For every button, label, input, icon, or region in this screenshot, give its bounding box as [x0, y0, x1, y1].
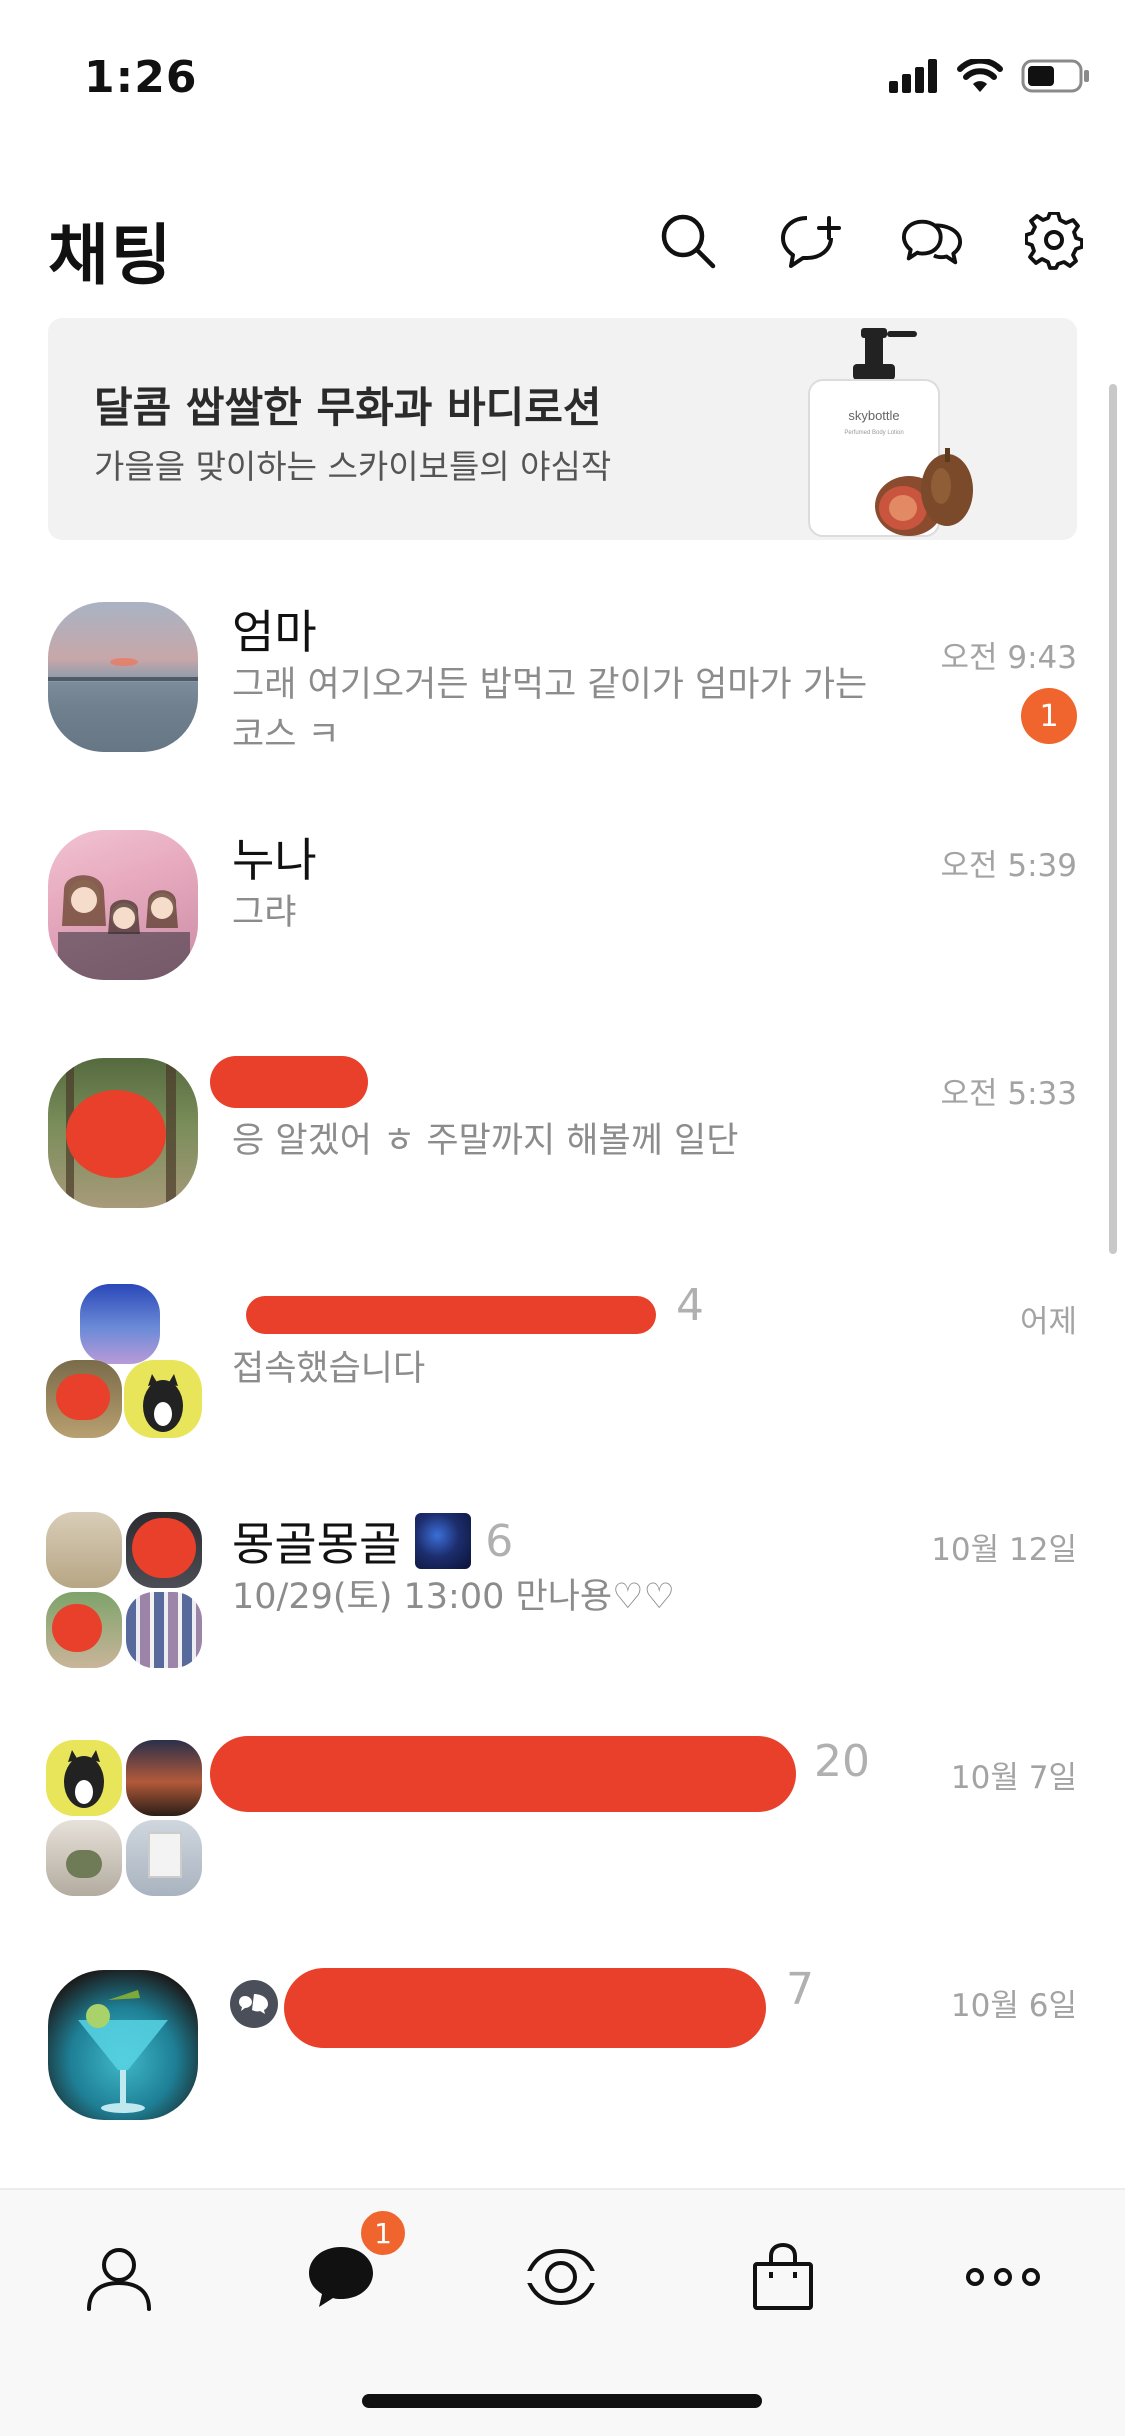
status-bar: 1:26: [0, 0, 1125, 150]
galaxy-emoji-icon: [415, 1513, 472, 1569]
search-icon: [661, 214, 716, 269]
shopping-bag-icon: [753, 2242, 813, 2310]
avatar: [48, 1970, 198, 2120]
member-count: 6: [485, 1515, 514, 1567]
chat-time: 10월 12일: [931, 1532, 1077, 1568]
chat-name-text: 엄마: [232, 605, 317, 659]
avatar: [80, 1284, 160, 1364]
view-eye-icon: [523, 2248, 599, 2306]
new-chat-button[interactable]: [779, 210, 841, 272]
gear-icon: [1025, 212, 1083, 270]
settings-button[interactable]: [1023, 210, 1085, 272]
avatar: [46, 1820, 122, 1896]
open-chat-icon: [901, 219, 963, 265]
wifi-icon: [957, 59, 1003, 92]
chat-time: 오전 9:43: [940, 640, 1077, 676]
chat-name: 몽골몽골 6: [232, 1508, 513, 1574]
search-button[interactable]: [657, 210, 719, 272]
status-time: 1:26: [84, 52, 198, 103]
chat-name: 4: [662, 1280, 704, 1331]
avatar: [48, 830, 198, 980]
ad-title: 달콤 쌉쌀한 무화과 바디로션: [94, 383, 602, 432]
tab-chats[interactable]: 1: [296, 2208, 408, 2322]
chat-row[interactable]: 응 알겠어 ㅎ 주말까지 해볼께 일단 오전 5:33: [0, 1016, 1125, 1244]
ad-banner[interactable]: 달콤 쌉쌀한 무화과 바디로션 가을을 맞이하는 스카이보틀의 야심작 skyb…: [48, 318, 1077, 540]
ad-product-name: Perfumed Body Lotion: [844, 430, 903, 436]
chat-row[interactable]: 엄마 그래 여기오거든 밥먹고 같이가 엄마가 가는코스 ㅋ 오전 9:43 1: [0, 560, 1125, 788]
chat-name: 엄마: [232, 596, 317, 662]
group-avatar: [46, 1740, 202, 1896]
group-avatar: [46, 1512, 202, 1668]
tab-more[interactable]: [958, 2232, 1048, 2322]
chat-time: 10월 7일: [950, 1760, 1077, 1796]
chat-preview: 응 알겠어 ㅎ 주말까지 해볼께 일단: [232, 1121, 739, 1161]
chat-bubble-icon: [309, 2247, 373, 2307]
scrollbar[interactable]: [1109, 384, 1117, 1254]
avatar: [46, 1592, 122, 1668]
chat-time: 어제: [1019, 1304, 1077, 1340]
more-dots-icon: [966, 2268, 1040, 2286]
tab-friends[interactable]: [74, 2232, 164, 2322]
avatar: [46, 1512, 122, 1588]
redacted-name: [210, 1056, 368, 1108]
page-title: 채팅: [48, 217, 174, 294]
avatar: [46, 1740, 122, 1816]
tab-shopping[interactable]: [738, 2232, 828, 2322]
chat-name-text: 몽골몽골: [232, 1517, 402, 1571]
member-count: 4: [676, 1280, 704, 1331]
member-count: 20: [814, 1736, 870, 1787]
chat-name: 20: [800, 1736, 870, 1787]
chat-name: 7: [772, 1964, 814, 2015]
chat-time: 10월 6일: [950, 1988, 1077, 2024]
open-chat-button[interactable]: [901, 210, 963, 272]
ad-product-brand: skybottle: [848, 408, 899, 423]
avatar: [48, 1058, 198, 1208]
chat-time: 오전 5:33: [940, 1076, 1077, 1112]
chat-preview: 10/29(토) 13:00 만나용♡♡: [232, 1577, 675, 1617]
member-count: 7: [786, 1964, 814, 2015]
avatar: [124, 1360, 202, 1438]
chat-row[interactable]: 7 10월 6일: [0, 1928, 1125, 2156]
ad-subtitle: 가을을 맞이하는 스카이보틀의 야심작: [94, 447, 612, 486]
chat-name-text: 누나: [232, 833, 317, 887]
avatar: [48, 602, 198, 752]
unread-badge: 1: [1021, 688, 1077, 744]
chat-row[interactable]: 몽골몽골 6 10/29(토) 13:00 만나용♡♡ 10월 12일: [0, 1472, 1125, 1700]
open-chat-badge-icon: [230, 1980, 278, 2028]
avatar: [126, 1512, 202, 1588]
tab-badge: 1: [358, 2208, 408, 2258]
avatar: [126, 1740, 202, 1816]
chat-preview: 접속했습니다: [232, 1349, 426, 1389]
ad-product-image: skybottle Perfumed Body Lotion: [808, 328, 973, 537]
chat-row[interactable]: 누나 그랴 오전 5:39: [0, 788, 1125, 1016]
avatar: [46, 1360, 122, 1438]
tab-view[interactable]: [516, 2232, 606, 2322]
new-chat-icon: [781, 216, 841, 268]
person-icon: [87, 2248, 151, 2311]
header-actions: [657, 210, 1085, 272]
home-indicator[interactable]: [362, 2394, 762, 2408]
redacted-name: [246, 1296, 656, 1334]
chat-preview: 그래 여기오거든 밥먹고 같이가 엄마가 가는코스 ㅋ: [232, 665, 868, 755]
chat-preview: 그랴: [232, 893, 297, 933]
redacted-name: [210, 1736, 796, 1812]
redacted-name: [284, 1968, 766, 2048]
chat-row[interactable]: 20 10월 7일: [0, 1700, 1125, 1928]
status-icons: [889, 58, 1091, 94]
signal-icon: [889, 59, 937, 93]
avatar: [126, 1592, 202, 1668]
header: 채팅: [0, 190, 1125, 300]
chat-row[interactable]: 4 접속했습니다 어제: [0, 1244, 1125, 1472]
avatar: [126, 1820, 202, 1896]
chat-time: 오전 5:39: [940, 848, 1077, 884]
battery-icon: [1021, 59, 1089, 93]
chat-name: 누나: [232, 824, 317, 890]
group-avatar: [46, 1284, 202, 1440]
